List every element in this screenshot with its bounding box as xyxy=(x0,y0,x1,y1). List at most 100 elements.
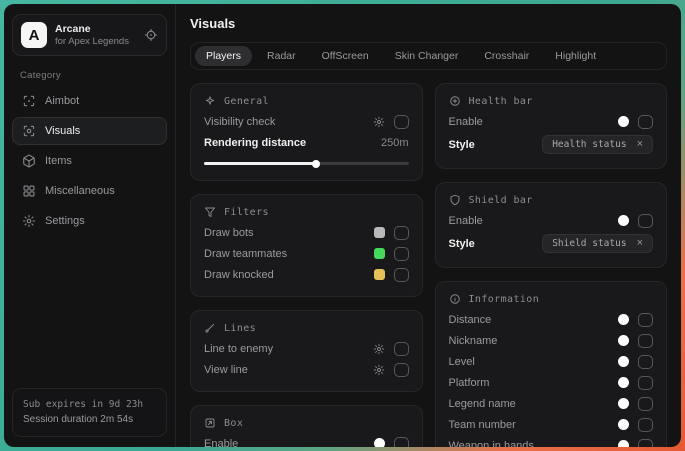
sidebar-item-label: Settings xyxy=(45,215,85,227)
row-label: Distance xyxy=(449,314,492,326)
row-label: Rendering distance xyxy=(204,137,306,149)
visibility-check-row: Visibility check xyxy=(204,111,409,132)
card-box-header: Box xyxy=(204,417,409,429)
box-select-icon xyxy=(204,417,216,429)
info-weapon-row: Weapon in hands xyxy=(449,435,654,447)
tab-radar[interactable]: Radar xyxy=(256,46,307,66)
app-logo: A xyxy=(21,22,47,48)
color-swatch[interactable] xyxy=(618,335,629,346)
rendering-distance-slider[interactable] xyxy=(204,162,409,165)
health-style-row: Style Health status × xyxy=(449,132,654,157)
tab-players[interactable]: Players xyxy=(195,46,252,66)
info-weapon-checkbox[interactable] xyxy=(638,439,653,448)
visibility-check-checkbox[interactable] xyxy=(394,115,409,129)
color-swatch[interactable] xyxy=(374,269,385,280)
info-nickname-checkbox[interactable] xyxy=(638,334,653,348)
row-label: Weapon in hands xyxy=(449,440,534,448)
health-enable-checkbox[interactable] xyxy=(638,115,653,129)
app-title: Arcane xyxy=(55,23,136,36)
draw-teammates-checkbox[interactable] xyxy=(394,247,409,261)
info-distance-row: Distance xyxy=(449,309,654,330)
tab-highlight[interactable]: Highlight xyxy=(544,46,607,66)
sidebar-item-items[interactable]: Items xyxy=(12,147,167,175)
row-label: Visibility check xyxy=(204,116,275,128)
info-team-number-checkbox[interactable] xyxy=(638,418,653,432)
style-value: Health status xyxy=(552,139,626,150)
line-to-enemy-checkbox[interactable] xyxy=(394,342,409,356)
line-to-enemy-row: Line to enemy xyxy=(204,338,409,359)
card-box: Box Enable Enable background xyxy=(190,405,423,447)
sidebar-item-visuals[interactable]: Visuals xyxy=(12,117,167,145)
info-platform-checkbox[interactable] xyxy=(638,376,653,390)
color-swatch[interactable] xyxy=(374,438,385,447)
row-label: Draw knocked xyxy=(204,269,274,281)
info-level-row: Level xyxy=(449,351,654,372)
color-swatch[interactable] xyxy=(618,419,629,430)
session-duration-text: Session duration 2m 54s xyxy=(23,412,156,428)
sidebar-item-label: Miscellaneous xyxy=(45,185,115,197)
card-health-bar: Health bar Enable Style H xyxy=(435,83,668,169)
shield-enable-row: Enable xyxy=(449,210,654,231)
color-swatch[interactable] xyxy=(618,377,629,388)
close-icon[interactable]: × xyxy=(637,139,643,150)
color-swatch[interactable] xyxy=(374,248,385,259)
sidebar-item-label: Items xyxy=(45,155,72,167)
row-label: View line xyxy=(204,364,248,376)
card-title: Lines xyxy=(224,323,256,334)
view-line-settings-gear-icon[interactable] xyxy=(373,364,385,376)
draw-bots-checkbox[interactable] xyxy=(394,226,409,240)
info-legend-name-checkbox[interactable] xyxy=(638,397,653,411)
color-swatch[interactable] xyxy=(618,398,629,409)
shield-icon xyxy=(449,194,461,206)
card-general: General Visibility check Rendering di xyxy=(190,83,423,181)
draw-teammates-row: Draw teammates xyxy=(204,243,409,264)
color-swatch[interactable] xyxy=(618,314,629,325)
card-lines: Lines Line to enemy View line xyxy=(190,310,423,392)
color-swatch[interactable] xyxy=(374,227,385,238)
health-style-select[interactable]: Health status × xyxy=(542,135,653,154)
slider-fill xyxy=(204,162,316,165)
target-icon[interactable] xyxy=(144,28,158,42)
close-icon[interactable]: × xyxy=(637,238,643,249)
diagonal-line-icon xyxy=(204,322,216,334)
row-label: Draw bots xyxy=(204,227,254,239)
info-level-checkbox[interactable] xyxy=(638,355,653,369)
sidebar-item-miscellaneous[interactable]: Miscellaneous xyxy=(12,177,167,205)
card-filters-header: Filters xyxy=(204,206,409,218)
style-value: Shield status xyxy=(552,238,626,249)
color-swatch[interactable] xyxy=(618,215,629,226)
tab-bar: Players Radar OffScreen Skin Changer Cro… xyxy=(190,42,667,70)
box-enable-checkbox[interactable] xyxy=(394,437,409,448)
view-line-checkbox[interactable] xyxy=(394,363,409,377)
health-plus-icon xyxy=(449,95,461,107)
color-swatch[interactable] xyxy=(618,356,629,367)
rendering-distance-row: Rendering distance 250m xyxy=(204,132,409,153)
shield-style-select[interactable]: Shield status × xyxy=(542,234,653,253)
tab-offscreen[interactable]: OffScreen xyxy=(311,46,380,66)
tab-skin-changer[interactable]: Skin Changer xyxy=(384,46,470,66)
info-distance-checkbox[interactable] xyxy=(638,313,653,327)
sparkle-icon xyxy=(204,95,216,107)
sidebar-item-label: Visuals xyxy=(45,125,80,137)
draw-knocked-checkbox[interactable] xyxy=(394,268,409,282)
brand-card: A Arcane for Apex Legends xyxy=(12,14,167,56)
line-enemy-settings-gear-icon[interactable] xyxy=(373,343,385,355)
card-information: Information Distance Nickname xyxy=(435,281,668,447)
tab-crosshair[interactable]: Crosshair xyxy=(473,46,540,66)
cards-grid: General Visibility check Rendering di xyxy=(190,83,667,447)
category-label: Category xyxy=(20,70,167,81)
sidebar-item-aimbot[interactable]: Aimbot xyxy=(12,87,167,115)
card-filters: Filters Draw bots Draw teammates xyxy=(190,194,423,297)
right-column: Health bar Enable Style H xyxy=(435,83,668,447)
row-label: Legend name xyxy=(449,398,516,410)
color-swatch[interactable] xyxy=(618,116,629,127)
draw-bots-row: Draw bots xyxy=(204,222,409,243)
shield-enable-checkbox[interactable] xyxy=(638,214,653,228)
slider-handle[interactable] xyxy=(312,160,320,168)
card-lines-header: Lines xyxy=(204,322,409,334)
visibility-settings-gear-icon[interactable] xyxy=(373,116,385,128)
color-swatch[interactable] xyxy=(618,440,629,447)
sidebar-item-settings[interactable]: Settings xyxy=(12,207,167,235)
row-label: Platform xyxy=(449,377,490,389)
row-label: Enable xyxy=(449,116,483,128)
